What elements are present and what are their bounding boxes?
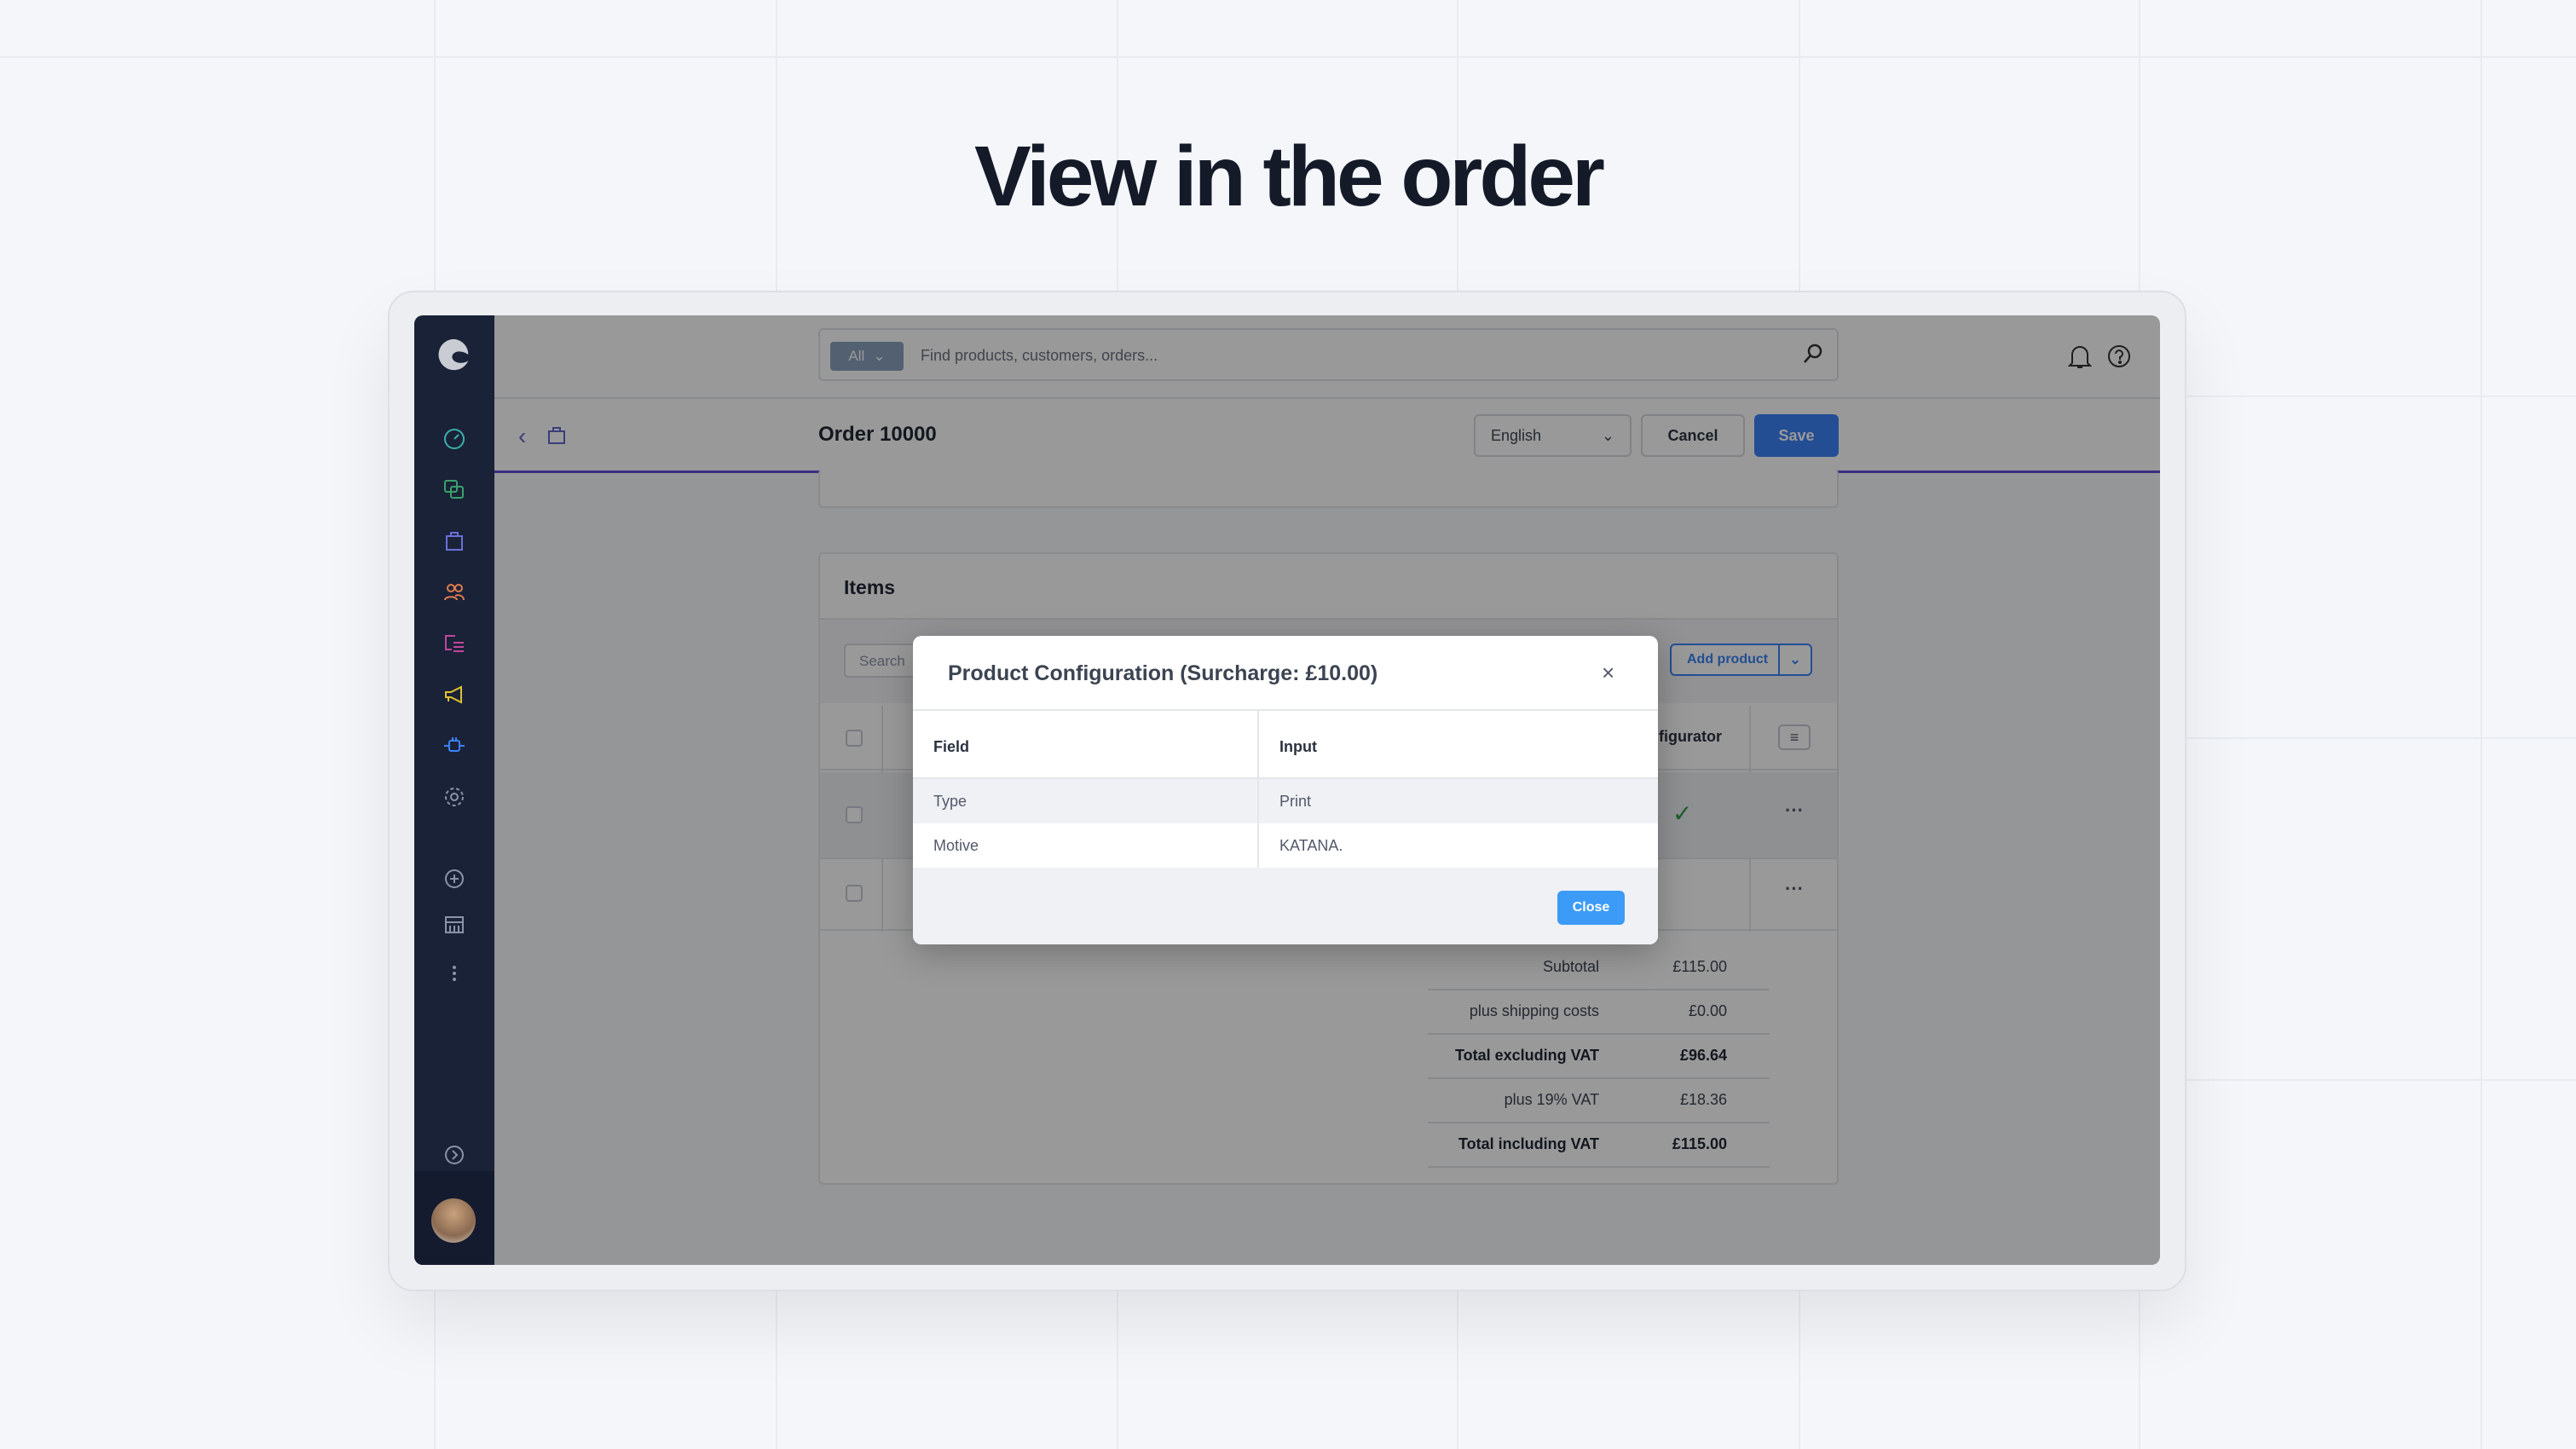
grid-line [2160, 1079, 2576, 1081]
user-menu[interactable] [414, 1171, 494, 1265]
config-input: KATANA. [1279, 837, 1343, 854]
cancel-button[interactable]: Cancel [1641, 414, 1745, 457]
totals-label: Total excluding VAT [1454, 1047, 1599, 1064]
search-scope-select[interactable]: All ⌄ [830, 342, 904, 371]
add-product-label: Add product [1687, 652, 1769, 667]
search-icon[interactable] [1801, 342, 1825, 370]
items-title: Items [844, 576, 896, 598]
select-all-checkbox[interactable] [846, 730, 863, 747]
chevron-down-icon: ⌄ [873, 348, 886, 364]
totals-row: Total including VAT £115.00 [1428, 1123, 1770, 1168]
config-field: Type [933, 793, 967, 810]
totals-value: £0.00 [1688, 1002, 1727, 1019]
shopware-logo-icon[interactable] [437, 338, 471, 372]
row-actions-icon[interactable]: ··· [1785, 878, 1804, 900]
close-icon[interactable]: × [1602, 660, 1614, 686]
add-sales-channel-icon[interactable] [437, 862, 471, 896]
global-search[interactable]: All ⌄ Find products, customers, orders... [818, 328, 1839, 381]
extensions-icon[interactable] [437, 729, 471, 763]
totals-row: Subtotal £115.00 [1428, 946, 1770, 990]
save-button[interactable]: Save [1754, 414, 1839, 457]
chevron-down-icon[interactable]: ⌄ [1778, 645, 1811, 674]
expand-sidebar-icon[interactable] [437, 1138, 471, 1172]
orders-icon[interactable] [437, 524, 471, 558]
checkmark-icon: ✓ [1672, 800, 1693, 827]
smart-bar: ‹ Order 10000 English ⌄ Cancel Save [494, 399, 2160, 473]
page-title: Order 10000 [818, 423, 937, 446]
row-actions-icon[interactable]: ··· [1785, 800, 1804, 822]
grid-line [2160, 737, 2576, 739]
column-settings-icon[interactable]: ≡ [1778, 724, 1811, 750]
modal-footer: Close [913, 868, 1658, 944]
customers-icon[interactable] [437, 575, 471, 609]
row-checkbox[interactable] [846, 885, 863, 902]
storefront-icon[interactable] [437, 908, 471, 942]
language-label: English [1491, 426, 1542, 444]
settings-icon[interactable] [437, 780, 471, 814]
marketing-icon[interactable] [437, 678, 471, 712]
order-totals: Subtotal £115.00 plus shipping costs £0.00… [1428, 946, 1770, 1176]
orders-module-icon [547, 426, 566, 449]
totals-label: plus shipping costs [1469, 1002, 1599, 1019]
avatar[interactable] [431, 1198, 476, 1243]
totals-row: plus shipping costs £0.00 [1428, 990, 1770, 1035]
config-field: Motive [933, 837, 979, 854]
totals-row: Total excluding VAT £96.64 [1428, 1035, 1770, 1079]
grid-line [2160, 395, 2576, 397]
product-configuration-modal: Product Configuration (Surcharge: £10.00… [913, 636, 1658, 944]
column-header-input: Input [1279, 738, 1317, 755]
close-button[interactable]: Close [1557, 891, 1625, 925]
search-scope-label: All [848, 348, 865, 364]
modal-title: Product Configuration (Surcharge: £10.00… [948, 661, 1378, 685]
totals-row: plus 19% VAT £18.36 [1428, 1079, 1770, 1123]
add-product-button[interactable]: Add product ⌄ [1670, 644, 1812, 676]
language-select[interactable]: English ⌄ [1474, 414, 1632, 457]
column-header-configurator[interactable]: figurator [1659, 728, 1722, 746]
config-input: Print [1279, 793, 1312, 810]
dashboard-icon[interactable] [437, 422, 471, 456]
divider [913, 709, 1658, 711]
row-checkbox[interactable] [846, 806, 863, 823]
totals-label: Total including VAT [1458, 1135, 1599, 1152]
search-input[interactable]: Find products, customers, orders... [921, 347, 1158, 365]
content-icon[interactable] [437, 626, 471, 661]
totals-value: £96.64 [1679, 1047, 1727, 1064]
more-icon[interactable] [437, 956, 471, 990]
bell-icon[interactable] [2067, 343, 2093, 374]
chevron-down-icon: ⌄ [1601, 426, 1614, 444]
previous-card [818, 469, 1839, 508]
totals-value: £18.36 [1679, 1091, 1727, 1108]
sidebar [414, 315, 494, 1265]
column-header-field: Field [933, 738, 970, 755]
totals-value: £115.00 [1672, 1135, 1727, 1152]
totals-value: £115.00 [1672, 958, 1727, 975]
totals-label: plus 19% VAT [1504, 1091, 1599, 1108]
grid-line [0, 56, 2576, 58]
column-divider [1257, 779, 1259, 868]
top-bar: All ⌄ Find products, customers, orders... [494, 315, 2160, 399]
page-headline: View in the order [974, 129, 1605, 224]
back-icon[interactable]: ‹ [518, 423, 526, 450]
catalogue-icon[interactable] [437, 473, 471, 507]
totals-label: Subtotal [1542, 958, 1599, 975]
help-icon[interactable] [2107, 344, 2131, 372]
